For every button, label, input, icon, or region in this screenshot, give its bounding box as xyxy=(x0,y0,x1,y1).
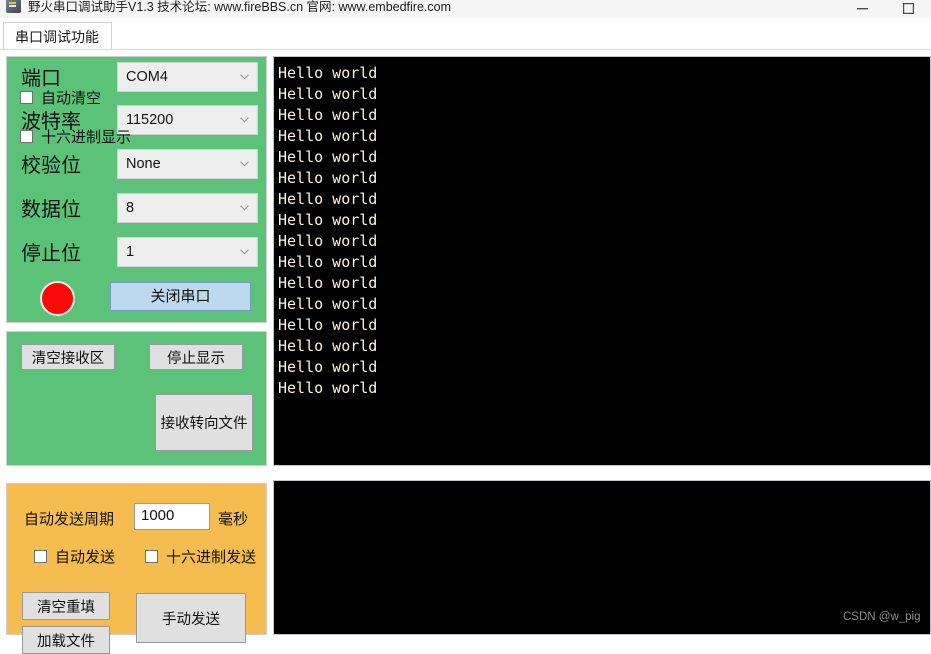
hex-send-checkbox[interactable] xyxy=(145,550,158,563)
receive-line: Hello world xyxy=(278,379,378,397)
hex-send-label: 十六进制发送 xyxy=(166,549,257,566)
chevron-down-icon xyxy=(240,117,249,123)
app-logo-icon xyxy=(6,0,21,13)
title-bar-content: 野火串口调试助手V1.3 技术论坛: www.fireBBS.cn 官网: ww… xyxy=(0,0,451,18)
window-controls xyxy=(839,0,931,18)
receive-line: Hello world xyxy=(278,232,378,250)
receive-line: Hello world xyxy=(278,358,378,376)
clear-receive-button[interactable]: 清空接收区 xyxy=(21,344,115,370)
receive-to-file-button[interactable]: 接收转向文件 xyxy=(155,394,253,451)
label-parity: 校验位 xyxy=(21,155,81,177)
minimize-icon[interactable] xyxy=(839,0,885,18)
auto-send-checkbox[interactable] xyxy=(34,550,47,563)
maximize-icon[interactable] xyxy=(885,0,931,18)
combo-databits-value: 8 xyxy=(126,200,135,216)
port-status-led-icon xyxy=(40,281,75,316)
receive-line: Hello world xyxy=(278,337,378,355)
receive-line: Hello world xyxy=(278,106,378,124)
auto-clear-checkbox[interactable] xyxy=(20,91,33,104)
tab-strip: 串口调试功能 xyxy=(0,18,931,50)
combo-port-value: COM4 xyxy=(126,69,168,85)
receive-line: Hello world xyxy=(278,211,378,229)
label-stopbits: 停止位 xyxy=(21,243,81,265)
receive-line: Hello world xyxy=(278,127,378,145)
receive-line: Hello world xyxy=(278,190,378,208)
clear-refill-button[interactable]: 清空重填 xyxy=(22,592,110,620)
chevron-down-icon xyxy=(240,161,249,167)
auto-send-period-label: 自动发送周期 xyxy=(24,511,115,528)
window-title: 野火串口调试助手V1.3 技术论坛: www.fireBBS.cn 官网: ww… xyxy=(28,0,452,14)
hex-display-checkbox[interactable] xyxy=(20,130,33,143)
receive-line: Hello world xyxy=(278,253,378,271)
send-text-area[interactable] xyxy=(273,480,931,635)
combo-parity-value: None xyxy=(126,156,161,172)
hex-display-label: 十六进制显示 xyxy=(41,129,132,146)
hex-display-checkbox-row[interactable]: 十六进制显示 xyxy=(20,126,131,147)
auto-send-period-input[interactable]: 1000 xyxy=(134,503,210,530)
receive-options-panel: 清空接收区 停止显示 接收转向文件 xyxy=(6,331,267,466)
chevron-down-icon xyxy=(240,249,249,255)
period-unit-label: 毫秒 xyxy=(218,511,249,528)
setting-row-stopbits: 停止位 1 xyxy=(7,232,268,278)
tab-serial-debug[interactable]: 串口调试功能 xyxy=(3,22,112,49)
label-databits: 数据位 xyxy=(21,199,81,221)
chevron-down-icon xyxy=(240,205,249,211)
chevron-down-icon xyxy=(240,74,249,80)
auto-clear-checkbox-row[interactable]: 自动清空 xyxy=(20,87,101,108)
auto-clear-label: 自动清空 xyxy=(41,90,102,107)
receive-line: Hello world xyxy=(278,85,378,103)
combo-baudrate-value: 115200 xyxy=(126,112,174,128)
receive-text-area[interactable]: Hello world Hello world Hello world Hello w… xyxy=(273,56,931,466)
receive-line: Hello world xyxy=(278,64,378,82)
combo-stopbits-value: 1 xyxy=(126,244,135,260)
hex-send-checkbox-row[interactable]: 十六进制发送 xyxy=(145,546,256,567)
manual-send-button[interactable]: 手动发送 xyxy=(136,593,246,643)
toggle-port-button[interactable]: 关闭串口 xyxy=(110,282,251,311)
receive-line: Hello world xyxy=(278,169,378,187)
combo-databits[interactable]: 8 xyxy=(117,193,258,223)
combo-parity[interactable]: None xyxy=(117,149,258,179)
tab-strip-divider xyxy=(0,49,931,50)
receive-line: Hello world xyxy=(278,274,378,292)
combo-port[interactable]: COM4 xyxy=(117,62,258,92)
auto-send-label: 自动发送 xyxy=(55,549,116,566)
title-bar: 野火串口调试助手V1.3 技术论坛: www.fireBBS.cn 官网: ww… xyxy=(0,0,931,19)
setting-row-parity: 校验位 None xyxy=(7,144,268,190)
setting-row-databits: 数据位 8 xyxy=(7,188,268,234)
combo-baudrate[interactable]: 115200 xyxy=(117,105,258,135)
combo-stopbits[interactable]: 1 xyxy=(117,237,258,267)
receive-line: Hello world xyxy=(278,295,378,313)
auto-send-checkbox-row[interactable]: 自动发送 xyxy=(34,546,115,567)
receive-line: Hello world xyxy=(278,148,378,166)
stop-display-button[interactable]: 停止显示 xyxy=(149,344,243,370)
watermark: CSDN @w_pig xyxy=(843,611,921,623)
load-file-button[interactable]: 加载文件 xyxy=(22,626,110,654)
receive-line: Hello world xyxy=(278,316,378,334)
